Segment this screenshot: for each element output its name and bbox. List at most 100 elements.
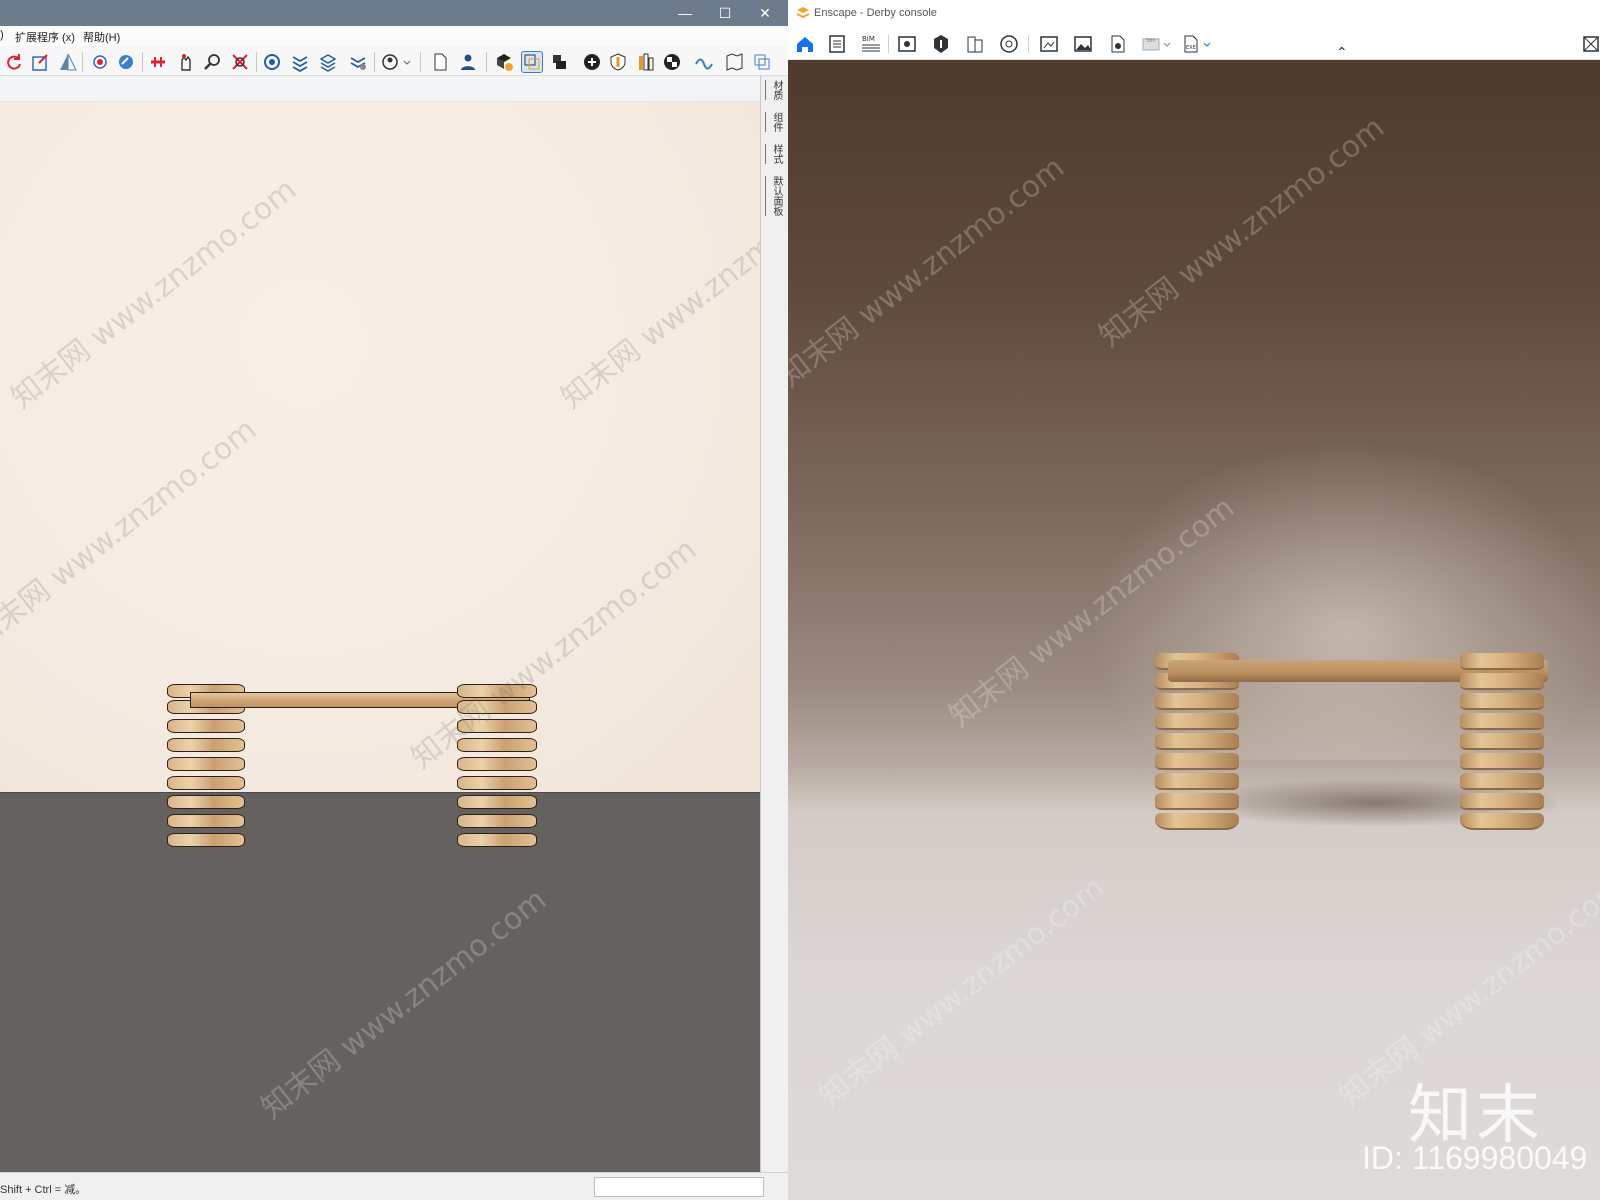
- user-circle-icon[interactable]: [380, 52, 400, 72]
- image-icon[interactable]: [1072, 33, 1094, 55]
- toolbar-separator: [1028, 35, 1029, 53]
- zoom-extents-icon[interactable]: [230, 52, 250, 72]
- wood-disc: [167, 776, 245, 790]
- tray-tab-default-panel[interactable]: 默认面板: [765, 176, 783, 216]
- brand-id: ID: 1169980049: [1362, 1140, 1588, 1176]
- maximize-button[interactable]: ☐: [705, 0, 745, 26]
- orbit-icon[interactable]: [90, 52, 110, 72]
- refresh-icon[interactable]: [4, 52, 24, 72]
- wood-disc: [167, 833, 245, 847]
- enscape-window: Enscape - Derby console BIM 360 EXE ⌃ 知末…: [788, 0, 1600, 1200]
- wood-disc: [457, 738, 537, 752]
- enscape-start-icon[interactable]: [494, 52, 514, 72]
- rotate-icon[interactable]: [148, 52, 168, 72]
- batch-render-icon[interactable]: [1106, 33, 1128, 55]
- wood-disc: [457, 814, 537, 828]
- toolbar-separator: [82, 52, 83, 72]
- measurements-box[interactable]: [594, 1177, 764, 1197]
- flip-icon[interactable]: [58, 52, 78, 72]
- stack-icon[interactable]: [318, 52, 338, 72]
- svg-text:360: 360: [1146, 38, 1156, 44]
- close-button[interactable]: ✕: [745, 0, 785, 26]
- chevron-down-icon[interactable]: [402, 52, 412, 72]
- sync-views-icon[interactable]: [521, 51, 543, 73]
- default-tray-tabs: 材质 组件 样式 默认面板: [760, 76, 788, 1172]
- enscape-titlebar: Enscape - Derby console: [788, 0, 1600, 26]
- toolbar-separator: [374, 52, 375, 72]
- home-icon[interactable]: [794, 33, 816, 55]
- wood-disc: [1155, 813, 1239, 830]
- toolbar-separator: [256, 52, 257, 72]
- new-document-icon[interactable]: [430, 52, 450, 72]
- toolbar-separator: [420, 52, 421, 72]
- tray-tab-components[interactable]: 组件: [765, 112, 783, 132]
- wood-disc: [167, 719, 245, 733]
- watermark: 知末网 www.znzmo.com: [812, 870, 1112, 1114]
- bim-icon[interactable]: BIM: [860, 33, 882, 55]
- camera-icon[interactable]: [550, 52, 570, 72]
- add-circle-icon[interactable]: [582, 52, 602, 72]
- menu-bar: ) 扩展程序 (x) 帮助(H): [0, 26, 788, 46]
- screenshot-icon[interactable]: [1038, 33, 1060, 55]
- export-exe-icon[interactable]: EXE: [1180, 33, 1202, 55]
- wood-disc: [457, 719, 537, 733]
- collapse-toolbar-button[interactable]: ⌃: [1336, 44, 1348, 61]
- wood-disc: [1460, 733, 1544, 750]
- sketchup-window: — ☐ ✕ ) 扩展程序 (x) 帮助(H) 知末网 www.znzmo.com…: [0, 0, 788, 1200]
- svg-text:BIM: BIM: [862, 35, 875, 43]
- section-icon[interactable]: [290, 52, 310, 72]
- panorama-icon[interactable]: 360: [1140, 33, 1162, 55]
- wood-disc: [1155, 713, 1239, 730]
- settings-icon[interactable]: [998, 33, 1020, 55]
- tray-tab-materials[interactable]: 材质: [765, 80, 783, 100]
- sketchup-scene-tabs-bar: [0, 76, 760, 102]
- menu-item-extensions[interactable]: 扩展程序 (x): [15, 29, 75, 45]
- svg-text:EXE: EXE: [1186, 45, 1196, 51]
- wood-disc: [1155, 773, 1239, 790]
- viewport-ground: [0, 792, 760, 1172]
- pan-hand-icon[interactable]: [176, 52, 196, 72]
- person-icon[interactable]: [458, 52, 478, 72]
- shield-icon[interactable]: [608, 52, 628, 72]
- zoom-icon[interactable]: [202, 52, 222, 72]
- spotlight-glow: [1088, 440, 1600, 760]
- section-settings-icon[interactable]: [348, 52, 368, 72]
- visual-settings-icon[interactable]: [896, 33, 918, 55]
- wood-disc: [1460, 693, 1544, 710]
- fullscreen-icon[interactable]: [1582, 33, 1600, 55]
- toolbar-separator: [142, 52, 143, 72]
- window-icon[interactable]: [752, 52, 772, 72]
- menu-item-help[interactable]: 帮助(H): [83, 29, 120, 45]
- toolbar-separator: [486, 52, 487, 72]
- paint-icon[interactable]: [116, 52, 136, 72]
- wood-disc: [457, 833, 537, 847]
- sketchup-toolbar: [0, 46, 788, 76]
- window-title: Enscape - Derby console: [814, 7, 937, 19]
- sketchup-titlebar: — ☐ ✕: [0, 0, 788, 26]
- wood-disc: [1155, 793, 1239, 810]
- wood-disc: [457, 795, 537, 809]
- vr-icon[interactable]: [930, 33, 952, 55]
- menu-item-partial[interactable]: ): [0, 29, 4, 41]
- material-library-icon[interactable]: [636, 52, 656, 72]
- sketchup-viewport[interactable]: 知末网 www.znzmo.com 知末网 www.znzmo.com 知末网 …: [0, 102, 760, 1172]
- watermark: 知末网 www.znzmo.com: [1092, 110, 1392, 354]
- tray-tab-styles[interactable]: 样式: [765, 144, 783, 164]
- enscape-render-view[interactable]: 知末网 www.znzmo.com 知末网 www.znzmo.com 知末网 …: [788, 60, 1600, 1200]
- layers-settings-icon[interactable]: [262, 52, 282, 72]
- views-icon[interactable]: [826, 33, 848, 55]
- chevron-down-icon[interactable]: [1162, 33, 1172, 55]
- wood-disc: [1460, 813, 1544, 830]
- building-icon[interactable]: [964, 33, 986, 55]
- chevron-down-icon[interactable]: [1202, 33, 1212, 55]
- minimize-button[interactable]: —: [665, 0, 705, 26]
- checker-icon[interactable]: [662, 52, 682, 72]
- wood-disc: [457, 776, 537, 790]
- wood-disc: [167, 814, 245, 828]
- wood-disc: [1155, 733, 1239, 750]
- wave-icon[interactable]: [694, 52, 714, 72]
- status-bar: Shift + Ctrl = 减。: [0, 1172, 788, 1200]
- wood-disc: [1460, 713, 1544, 730]
- map-icon[interactable]: [724, 52, 744, 72]
- scale-icon[interactable]: [30, 52, 50, 72]
